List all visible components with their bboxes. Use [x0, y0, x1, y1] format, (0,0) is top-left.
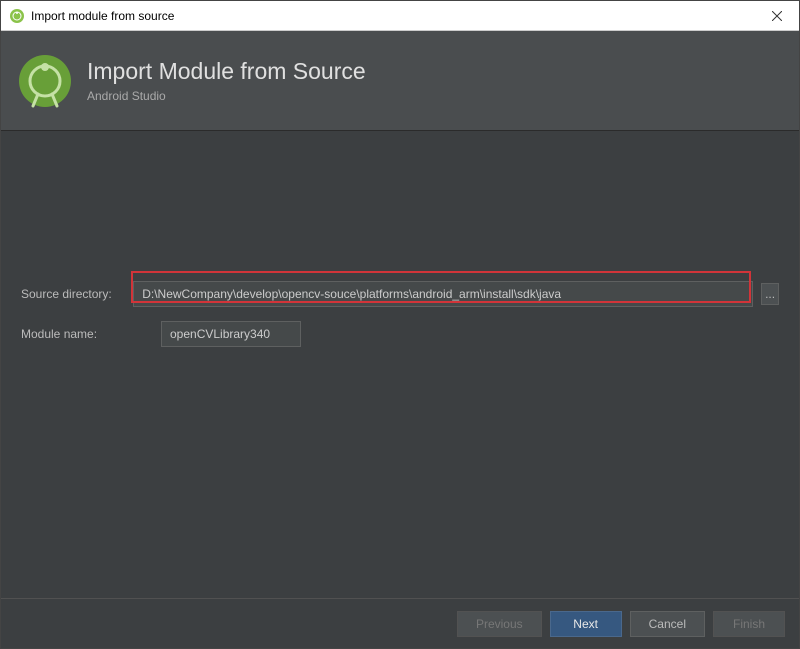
source-directory-label: Source directory:: [21, 287, 133, 301]
android-studio-icon: [17, 53, 73, 109]
module-name-row: Module name:: [21, 321, 779, 347]
header-title: Import Module from Source: [87, 58, 366, 85]
next-button[interactable]: Next: [550, 611, 622, 637]
source-directory-input[interactable]: [133, 281, 753, 307]
previous-button[interactable]: Previous: [457, 611, 542, 637]
cancel-button[interactable]: Cancel: [630, 611, 705, 637]
close-button[interactable]: [763, 4, 791, 28]
browse-button[interactable]: ...: [761, 283, 779, 305]
dialog-window: Import module from source Import Module …: [0, 0, 800, 649]
module-name-input[interactable]: [161, 321, 301, 347]
dialog-header: Import Module from Source Android Studio: [1, 31, 799, 131]
dialog-footer: Previous Next Cancel Finish: [1, 598, 799, 648]
content-area: Source directory: ... Module name:: [1, 131, 799, 598]
titlebar: Import module from source: [1, 1, 799, 31]
header-subtitle: Android Studio: [87, 89, 366, 103]
source-input-wrap: [133, 281, 753, 307]
header-text: Import Module from Source Android Studio: [87, 58, 366, 103]
source-directory-row: Source directory: ...: [21, 281, 779, 307]
module-name-label: Module name:: [21, 327, 161, 341]
finish-button[interactable]: Finish: [713, 611, 785, 637]
window-title: Import module from source: [31, 9, 763, 23]
app-icon: [9, 8, 25, 24]
